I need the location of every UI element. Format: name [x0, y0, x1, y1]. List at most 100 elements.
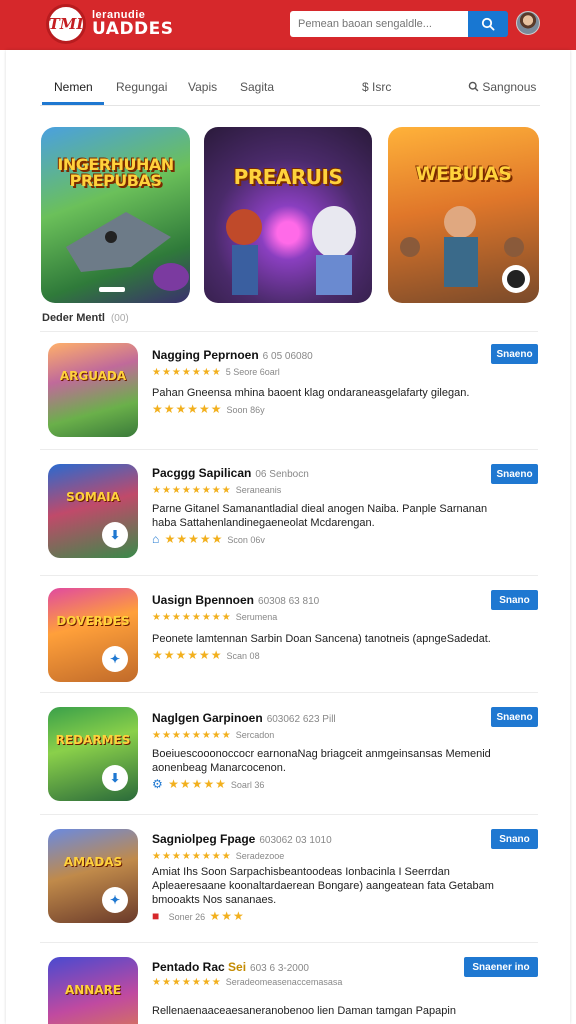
- item-rating: ★★★★★★★ 5 Seore 6oarl: [152, 367, 280, 378]
- item-title-text: Uasign Bpennoen: [152, 593, 255, 607]
- hero-banner-3[interactable]: WEBUIAS: [388, 127, 539, 303]
- brand-name[interactable]: leranudie UADDES: [92, 10, 174, 38]
- item-rating-secondary: ■ Soner 26 ★★★: [152, 909, 245, 923]
- item-title[interactable]: Naglgen Garpinoen 603062 623 Pill: [152, 711, 336, 725]
- item-title[interactable]: Nagging Peprnoen 6 05 06080: [152, 348, 313, 362]
- item-rating: ★★★★★★★★ Seradezooe: [152, 851, 285, 862]
- search-icon: [481, 17, 495, 31]
- hero-banner-1[interactable]: INGERHUHAN PREPUBAS: [41, 127, 190, 303]
- active-tab-indicator: [42, 102, 104, 105]
- thumb-title: REDARMES: [55, 733, 131, 747]
- item-rating-secondary: ⚙ ★★★★★ Soarl 36: [152, 777, 265, 791]
- hero-art: [400, 206, 530, 293]
- section-label: Deder Mentl (00): [42, 312, 129, 324]
- item-action-button[interactable]: Snaener ino: [464, 957, 538, 977]
- rating-label: Scon 06v: [227, 535, 265, 545]
- logo-text: TMI: [48, 15, 84, 33]
- badge-icon: ⬇: [102, 522, 128, 548]
- rating-label: 5 Seore 6oarl: [225, 367, 280, 377]
- badge-icon: ⬇: [102, 765, 128, 791]
- item-thumbnail[interactable]: SOMAIA ⬇: [48, 464, 138, 558]
- search-icon: [468, 81, 479, 92]
- tab-sangnous[interactable]: Sangnous: [468, 80, 536, 94]
- item-action-button[interactable]: Snano: [491, 590, 538, 610]
- item-description: Pahan Gneensa mhina baoent klag ondarane…: [152, 387, 470, 399]
- item-rating: ★★★★★★★ Seradeomeasenaccemasasa: [152, 977, 343, 988]
- item-meta: 603 6 3-2000: [250, 963, 309, 974]
- list-item[interactable]: DOVERDES ✦ Uasign Bpennoen 60308 63 810 ★…: [40, 575, 538, 692]
- site-logo[interactable]: TMI: [46, 4, 86, 44]
- rating-label: Seradeomeasenaccemasasa: [225, 977, 343, 987]
- item-action-button[interactable]: Snaeno: [491, 707, 538, 727]
- hero-art: [226, 206, 356, 295]
- item-title[interactable]: Pacggg Sapilican 06 Senbocn: [152, 466, 309, 480]
- rating-label: Soner 26: [168, 912, 206, 922]
- tab-isrc[interactable]: $ Isrc: [362, 80, 391, 94]
- search-button[interactable]: [468, 11, 508, 37]
- item-action-button[interactable]: Snano: [491, 829, 538, 849]
- item-title-text: Nagging Peprnoen: [152, 348, 259, 362]
- thumb-title: ANNARE: [64, 983, 122, 997]
- item-meta: 06 Senbocn: [255, 469, 309, 480]
- rating-label: Seraneanis: [235, 485, 282, 495]
- tab-nemen[interactable]: Nemen: [54, 80, 93, 94]
- item-title-highlight: Sei: [228, 960, 247, 974]
- item-title[interactable]: Pentado Rac Sei 603 6 3-2000: [152, 960, 309, 974]
- item-thumbnail[interactable]: AMADAS ✦: [48, 829, 138, 923]
- item-action-button[interactable]: Snaeno: [491, 344, 538, 364]
- item-thumbnail[interactable]: ARGUADA: [48, 343, 138, 437]
- item-meta: 60308 63 810: [258, 596, 320, 607]
- thumb-title: AMADAS: [63, 855, 123, 869]
- tab-sagita[interactable]: Sagita: [240, 80, 274, 94]
- item-title[interactable]: Uasign Bpennoen 60308 63 810: [152, 593, 319, 607]
- item-thumbnail[interactable]: REDARMES ⬇: [48, 707, 138, 801]
- rating-label: Scan 08: [226, 651, 260, 661]
- item-title-text: Pentado Rac: [152, 960, 225, 974]
- item-rating: ★★★★★★★★ Sercadon: [152, 730, 275, 741]
- thumb-title: ARGUADA: [59, 369, 127, 383]
- item-description: Parne Gitanel Samanantladial dieal anoge…: [152, 503, 488, 529]
- thumb-title: DOVERDES: [56, 614, 130, 628]
- thumb-title: SOMAIA: [66, 490, 120, 504]
- rating-label: Soarl 36: [230, 780, 265, 790]
- item-description: Amiat Ihs Soon Sarpachisbeantoodeas Ionb…: [152, 866, 494, 906]
- badge-icon: ✦: [102, 887, 128, 913]
- section-count: (00): [110, 313, 129, 324]
- rating-label: Soon 86y: [226, 405, 265, 415]
- item-rating: ★★★★★★★★ Serumena: [152, 612, 278, 623]
- list-item[interactable]: ANNARE Pentado Rac Sei 603 6 3-2000 ★★★★★…: [40, 942, 538, 1024]
- item-rating-secondary: ⌂ ★★★★★ Scon 06v: [152, 532, 265, 546]
- brand-line-2: UADDES: [92, 19, 174, 39]
- item-rating-secondary: ★★★★★★ Soon 86y: [152, 402, 265, 416]
- item-title[interactable]: Sagniolpeg Fpage 603062 03 1010: [152, 832, 332, 846]
- search-input[interactable]: [290, 11, 468, 37]
- item-title-text: Pacggg Sapilican: [152, 466, 252, 480]
- tab-regungai[interactable]: Regungai: [116, 80, 167, 94]
- item-title-text: Sagniolpeg Fpage: [152, 832, 256, 846]
- list-item[interactable]: SOMAIA ⬇ Pacggg Sapilican 06 Senbocn ★★★★…: [40, 449, 538, 575]
- tab-bar: Nemen Regungai Vapis Sagita $ Isrc Sangn…: [40, 70, 540, 106]
- item-rating-secondary: ★★★★★★ Scan 08: [152, 648, 260, 662]
- section-label-text: Deder Mentl: [42, 312, 105, 324]
- rating-label: Sercadon: [235, 730, 275, 740]
- item-description: Rellenaenaaceaesaneranobenoo lien Daman …: [152, 1005, 456, 1017]
- rating-label: Seradezooe: [235, 851, 285, 861]
- avatar[interactable]: [516, 11, 540, 35]
- item-meta: 6 05 06080: [262, 351, 313, 362]
- list-item[interactable]: AMADAS ✦ Sagniolpeg Fpage 603062 03 1010 …: [40, 814, 538, 942]
- item-action-button[interactable]: Snaeno: [491, 464, 538, 484]
- hero-art: [66, 212, 189, 292]
- rating-label: Serumena: [235, 612, 278, 622]
- item-thumbnail[interactable]: DOVERDES ✦: [48, 588, 138, 682]
- badge-icon: ✦: [102, 646, 128, 672]
- item-description: Boeiuescooonoccocr earnonaNag briagceit …: [152, 748, 491, 774]
- list-item[interactable]: ARGUADA Nagging Peprnoen 6 05 06080 ★★★★★…: [40, 331, 538, 449]
- item-description: Peonete lamtennan Sarbin Doan Sancena) t…: [152, 633, 491, 645]
- hero-banner-2[interactable]: PREARUIS: [204, 127, 372, 303]
- top-bar: TMI leranudie UADDES: [0, 0, 576, 50]
- item-meta: 603062 623 Pill: [266, 714, 336, 725]
- item-title-text: Naglgen Garpinoen: [152, 711, 263, 725]
- item-thumbnail[interactable]: ANNARE: [48, 957, 138, 1024]
- tab-vapis[interactable]: Vapis: [188, 80, 217, 94]
- list-item[interactable]: REDARMES ⬇ Naglgen Garpinoen 603062 623 P…: [40, 692, 538, 814]
